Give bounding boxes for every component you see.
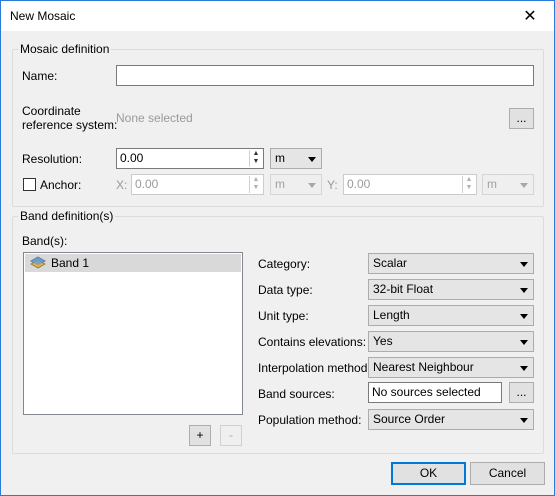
x-input[interactable]: 0.00 ▲ ▼: [131, 174, 264, 195]
chevron-down-icon: [520, 314, 528, 319]
anchor-label: Anchor:: [40, 178, 82, 192]
band-sources-label: Band sources:: [258, 387, 335, 401]
population-label: Population method:: [258, 413, 362, 427]
data-type-value: 32-bit Float: [373, 282, 434, 296]
y-label: Y:: [327, 178, 338, 192]
contains-elevations-label: Contains elevations:: [258, 335, 367, 349]
x-unit-select[interactable]: m: [270, 174, 322, 195]
resolution-value: 0.00: [120, 151, 144, 165]
resolution-spinner-icon[interactable]: ▲ ▼: [249, 150, 262, 167]
band-sources-browse-button[interactable]: ...: [509, 382, 534, 403]
data-type-select[interactable]: 32-bit Float: [368, 279, 534, 300]
interpolation-select[interactable]: Nearest Neighbour: [368, 357, 534, 378]
mosaic-definition-legend: Mosaic definition: [20, 42, 110, 56]
chevron-down-icon: [520, 340, 528, 345]
anchor-checkbox[interactable]: [23, 178, 36, 191]
data-type-label: Data type:: [258, 283, 313, 297]
raster-layer-icon: [30, 256, 46, 269]
chevron-down-icon: [520, 418, 528, 423]
contains-elevations-select[interactable]: Yes: [368, 331, 534, 352]
unit-type-value: Length: [373, 308, 410, 322]
chevron-down-icon: [520, 366, 528, 371]
x-unit-value: m: [275, 177, 285, 191]
contains-elevations-value: Yes: [373, 334, 393, 348]
add-band-button[interactable]: +: [189, 425, 211, 446]
y-unit-value: m: [487, 177, 497, 191]
chevron-down-icon: [308, 157, 316, 162]
window-title: New Mosaic: [10, 9, 76, 23]
bands-list[interactable]: Band 1: [23, 252, 243, 415]
crs-browse-button[interactable]: ...: [509, 108, 534, 129]
chevron-down-icon: [520, 183, 528, 188]
y-spinner-icon[interactable]: ▲ ▼: [462, 176, 475, 193]
x-label: X:: [116, 178, 128, 192]
category-label: Category:: [258, 257, 311, 271]
remove-band-button[interactable]: -: [220, 425, 242, 446]
crs-value: None selected: [116, 111, 193, 125]
resolution-unit-value: m: [275, 151, 285, 165]
band-sources-field[interactable]: No sources selected: [368, 382, 502, 403]
crs-label-line2: reference system:: [22, 118, 118, 132]
interpolation-label: Interpolation method:: [258, 361, 371, 375]
title-bar: New Mosaic ✕: [1, 1, 554, 31]
ok-button[interactable]: OK: [391, 462, 466, 485]
band-definition-legend: Band definition(s): [20, 209, 114, 223]
cancel-button[interactable]: Cancel: [470, 462, 545, 485]
resolution-label: Resolution:: [22, 152, 83, 166]
name-input[interactable]: [116, 65, 534, 86]
resolution-unit-select[interactable]: m: [270, 148, 322, 169]
unit-type-select[interactable]: Length: [368, 305, 534, 326]
category-select[interactable]: Scalar: [368, 253, 534, 274]
list-item[interactable]: Band 1: [25, 254, 241, 272]
resolution-input[interactable]: 0.00 ▲ ▼: [116, 148, 264, 169]
bands-label: Band(s):: [22, 234, 68, 248]
x-spinner-icon[interactable]: ▲ ▼: [249, 176, 262, 193]
chevron-down-icon: [520, 262, 528, 267]
y-input[interactable]: 0.00 ▲ ▼: [343, 174, 477, 195]
new-mosaic-dialog: New Mosaic ✕ Mosaic definition Name: Coo…: [0, 0, 555, 496]
y-value: 0.00: [347, 177, 371, 191]
chevron-down-icon: [520, 288, 528, 293]
population-select[interactable]: Source Order: [368, 409, 534, 430]
crs-label-line1: Coordinate: [22, 104, 81, 118]
band-name: Band 1: [51, 256, 90, 270]
y-unit-select[interactable]: m: [482, 174, 534, 195]
name-label: Name:: [22, 69, 58, 83]
interpolation-value: Nearest Neighbour: [373, 360, 474, 374]
unit-type-label: Unit type:: [258, 309, 309, 323]
population-value: Source Order: [373, 412, 446, 426]
x-value: 0.00: [135, 177, 159, 191]
chevron-down-icon: [308, 183, 316, 188]
category-value: Scalar: [373, 256, 408, 270]
close-icon[interactable]: ✕: [520, 6, 540, 26]
